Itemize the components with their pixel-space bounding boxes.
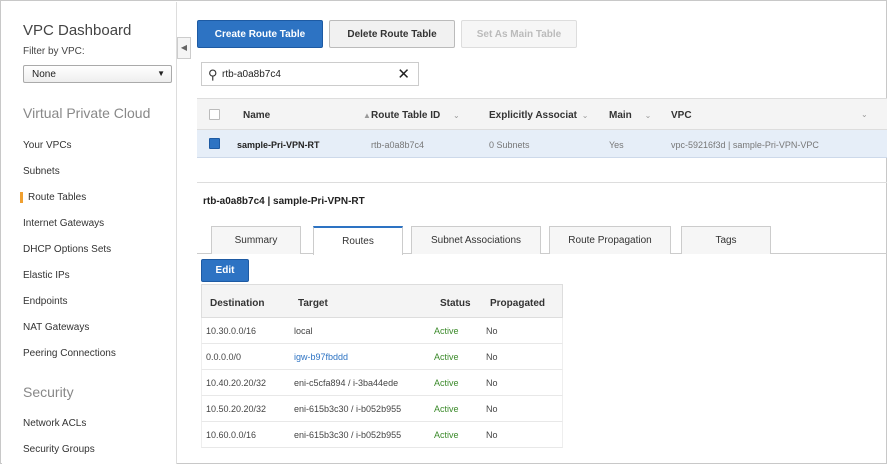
sort-icon[interactable]: ⌄ — [453, 111, 460, 120]
cell-propagated: No — [486, 326, 498, 336]
tab-routes[interactable]: Routes — [313, 226, 403, 255]
detail-title: rtb-a0a8b7c4 | sample-Pri-VPN-RT — [203, 196, 365, 207]
column-target: Target — [298, 298, 328, 309]
cell-name: sample-Pri-VPN-RT — [237, 140, 320, 150]
table-row[interactable]: 10.40.20.20/32 eni-c5cfa894 / i-3ba44ede… — [201, 370, 563, 396]
tab-subnet-associations[interactable]: Subnet Associations — [411, 226, 541, 254]
search-input[interactable]: ⚲ rtb-a0a8b7c4 ✕ — [201, 62, 419, 86]
cell-target: local — [294, 326, 313, 336]
window-frame: VPC Dashboard Filter by VPC: None ▼ Virt… — [0, 0, 887, 464]
sort-icon[interactable]: ⌄ — [861, 110, 868, 119]
column-vpc-label: VPC — [671, 110, 692, 121]
column-status: Status — [440, 298, 471, 309]
sidebar-item-peering-connections[interactable]: Peering Connections — [23, 348, 116, 359]
select-all-checkbox[interactable] — [209, 109, 220, 120]
tab-summary[interactable]: Summary — [211, 226, 301, 254]
cell-target: eni-c5cfa894 / i-3ba44ede — [294, 378, 399, 388]
cell-destination: 10.50.20.20/32 — [206, 404, 267, 414]
cell-status: Active — [434, 352, 459, 362]
column-route-table-id-label: Route Table ID — [371, 110, 441, 121]
cell-destination: 10.40.20.20/32 — [206, 378, 267, 388]
column-name[interactable]: Name ▲ — [243, 110, 371, 121]
column-name-label: Name — [243, 110, 271, 121]
column-propagated: Propagated — [490, 298, 546, 309]
sidebar-item-route-tables[interactable]: Route Tables — [20, 192, 86, 203]
sidebar-title[interactable]: VPC Dashboard — [23, 22, 131, 39]
cell-target-link[interactable]: igw-b97fbddd — [294, 352, 348, 362]
column-explicitly-associated[interactable]: Explicitly Associat ⌄ — [489, 110, 588, 121]
section-security: Security — [23, 384, 74, 400]
sidebar-item-elastic-ips[interactable]: Elastic IPs — [23, 270, 70, 281]
create-route-table-button[interactable]: Create Route Table — [197, 20, 323, 48]
table-row[interactable]: 10.50.20.20/32 eni-615b3c30 / i-b052b955… — [201, 396, 563, 422]
table-row[interactable]: 10.30.0.0/16 local Active No — [201, 318, 563, 344]
sort-icon[interactable]: ▲ — [363, 111, 371, 120]
sidebar-item-nat-gateways[interactable]: NAT Gateways — [23, 322, 89, 333]
tab-route-propagation[interactable]: Route Propagation — [549, 226, 671, 254]
filter-label: Filter by VPC: — [23, 46, 85, 57]
tab-tags[interactable]: Tags — [681, 226, 771, 254]
edit-button[interactable]: Edit — [201, 259, 249, 282]
sidebar-item-subnets[interactable]: Subnets — [23, 166, 60, 177]
cell-propagated: No — [486, 378, 498, 388]
cell-propagated: No — [486, 352, 498, 362]
cell-propagated: No — [486, 430, 498, 440]
search-value: rtb-a0a8b7c4 — [222, 69, 281, 80]
cell-destination: 10.60.0.0/16 — [206, 430, 257, 440]
table-row[interactable]: 10.60.0.0/16 eni-615b3c30 / i-b052b955 A… — [201, 422, 563, 448]
filter-value: None — [32, 69, 56, 80]
cell-main: Yes — [609, 140, 624, 150]
column-explicitly-associated-label: Explicitly Associat — [489, 110, 577, 121]
cell-destination: 10.30.0.0/16 — [206, 326, 257, 336]
detail-tabs: Summary Routes Subnet Associations Route… — [197, 226, 887, 255]
cell-explicitly-associated: 0 Subnets — [489, 140, 530, 150]
cell-route-table-id: rtb-a0a8b7c4 — [371, 140, 425, 150]
cell-vpc: vpc-59216f3d | sample-Pri-VPN-VPC — [671, 140, 819, 150]
table-row[interactable]: sample-Pri-VPN-RT rtb-a0a8b7c4 0 Subnets… — [197, 130, 887, 158]
column-main-label: Main — [609, 110, 632, 121]
delete-route-table-button[interactable]: Delete Route Table — [329, 20, 455, 48]
section-virtual-private-cloud: Virtual Private Cloud — [23, 105, 151, 121]
row-checkbox[interactable] — [209, 138, 220, 149]
chevron-down-icon: ▼ — [157, 69, 165, 78]
cell-status: Active — [434, 378, 459, 388]
sidebar-item-internet-gateways[interactable]: Internet Gateways — [23, 218, 104, 229]
sidebar: VPC Dashboard Filter by VPC: None ▼ Virt… — [2, 2, 177, 464]
chevron-left-icon[interactable]: ◀ — [177, 37, 191, 59]
close-icon[interactable]: ✕ — [397, 65, 410, 83]
sort-icon[interactable]: ⌄ — [645, 111, 652, 120]
route-tables-header: Name ▲ Route Table ID ⌄ Explicitly Assoc… — [197, 98, 887, 130]
column-main[interactable]: Main ⌄ — [609, 110, 651, 121]
cell-status: Active — [434, 326, 459, 336]
main-content: Create Route Table Delete Route Table Se… — [197, 2, 887, 464]
cell-propagated: No — [486, 404, 498, 414]
cell-destination: 0.0.0.0/0 — [206, 352, 242, 362]
table-row[interactable]: 0.0.0.0/0 igw-b97fbddd Active No — [201, 344, 563, 370]
cell-target: eni-615b3c30 / i-b052b955 — [294, 404, 402, 414]
column-vpc[interactable]: VPC — [671, 110, 692, 121]
pane-splitter[interactable] — [197, 182, 887, 183]
cell-status: Active — [434, 430, 459, 440]
column-destination: Destination — [210, 298, 265, 309]
sidebar-item-dhcp-options-sets[interactable]: DHCP Options Sets — [23, 244, 111, 255]
sort-icon[interactable]: ⌄ — [582, 111, 589, 120]
routes-table-header: Destination Target Status Propagated — [201, 284, 563, 318]
search-icon: ⚲ — [208, 67, 218, 82]
cell-status: Active — [434, 404, 459, 414]
sidebar-item-network-acls[interactable]: Network ACLs — [23, 418, 86, 429]
sidebar-item-security-groups[interactable]: Security Groups — [23, 444, 95, 455]
set-as-main-table-button[interactable]: Set As Main Table — [461, 20, 577, 48]
filter-by-vpc-select[interactable]: None ▼ — [23, 65, 172, 83]
sidebar-item-your-vpcs[interactable]: Your VPCs — [23, 140, 72, 151]
column-route-table-id[interactable]: Route Table ID ⌄ — [371, 110, 460, 121]
cell-target: eni-615b3c30 / i-b052b955 — [294, 430, 402, 440]
sidebar-item-endpoints[interactable]: Endpoints — [23, 296, 67, 307]
